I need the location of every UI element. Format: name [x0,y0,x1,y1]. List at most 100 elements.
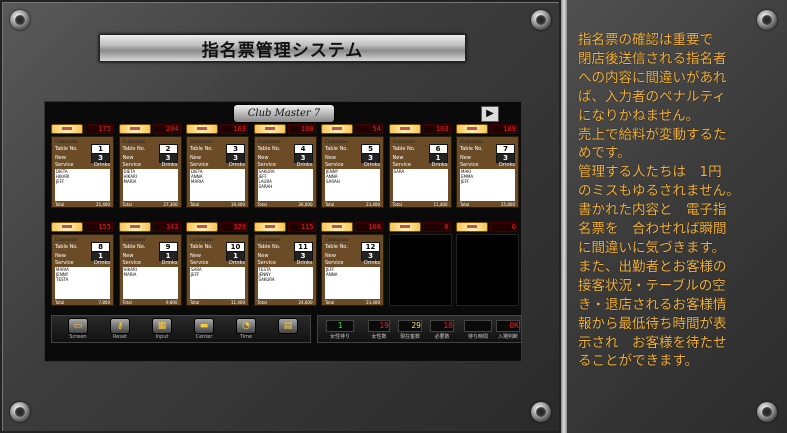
call-lamp-icon[interactable] [51,124,83,134]
table-card[interactable]: Clubmaster Table No. 1 New 3 Service Drinks DIE… [51,136,114,208]
reset-button[interactable]: ⚷ Reset [106,318,134,340]
guest-count-row: New 3 [257,250,313,261]
call-lamp-icon[interactable] [118,222,151,232]
guest-count: 3 [158,152,178,163]
guest-count-row: New 3 [325,250,380,261]
nominee-list: DIETA HIKARI JEFF [55,169,110,201]
card-footer: Total 25,400 [55,202,110,207]
key-icon: ⚷ [110,318,130,334]
card-footer: Total 24,600 [258,300,313,305]
stat-item: 19 女性数 [368,320,390,340]
new-label: New [257,252,269,259]
screw-icon [10,402,30,422]
total-label: Total [122,300,132,305]
guest-count-row: New 3 [258,152,313,163]
call-lamp-icon[interactable] [321,124,353,134]
call-lamp-icon[interactable] [186,222,218,232]
card-footer: Total 26,000 [258,202,313,207]
screw-icon [531,10,551,30]
nominee-list: SARA JEFF [190,267,245,299]
call-lamp-icon[interactable] [456,222,488,232]
document-button[interactable]: ▤ [274,318,302,334]
table-card[interactable]: Clubmaster Table No. 6 New 1 Service Drinks SAR… [388,136,452,208]
table-card[interactable]: Clubmaster Table No. 4 New 3 Service Drinks SAK… [253,136,317,208]
screen-icon: ▭ [68,318,88,334]
page-title: 指名票管理システム [201,40,364,61]
call-lamp-icon[interactable] [253,124,286,134]
elapsed-timer: 103 [422,124,451,134]
guest-count: 3 [91,152,110,163]
nominee-list: JEFF ANNA [325,267,380,299]
nominee-name: TESTA [56,277,69,282]
call-lamp-icon[interactable] [51,222,83,232]
call-lamp-icon[interactable] [321,222,353,232]
table-card[interactable]: Clubmaster Table No. 2 New 3 Service Drinks DIE… [118,136,182,208]
stat-item: 待ち時間 [464,320,492,340]
table-card[interactable]: Clubmaster Table No. 3 New 3 Service Drinks DIE… [186,136,249,208]
empty-table-card[interactable] [456,234,519,306]
slot-header: 109 [456,124,519,134]
table-card[interactable]: Clubmaster Table No. 7 New 3 Service Drinks MAK… [456,136,519,208]
stat-item: 18 必要数 [430,320,454,340]
nominee-list: SAKURA JEFF LAURA SARAH [257,169,313,201]
guest-count-row: New 3 [55,152,110,163]
elapsed-timer: 143 [152,222,181,232]
call-lamp-icon[interactable] [456,124,488,134]
new-label: New [392,154,404,161]
service-label: Service [122,260,141,266]
table-card[interactable]: Clubmaster Table No. 11 New 3 Service Drinks TE… [253,234,317,306]
card-footer: Total 25,800 [460,202,515,207]
guest-count: 1 [158,250,178,261]
new-label: New [55,154,66,161]
drinks-label: Drinks [296,162,313,168]
input-button[interactable]: ▦ Input [148,318,176,340]
call-lamp-icon[interactable] [118,124,151,134]
table-number-label: Table No. [257,145,281,152]
elapsed-timer: 329 [220,222,248,232]
elapsed-timer: 204 [152,124,181,134]
total-amount: 25,800 [501,202,515,207]
call-lamp-icon[interactable] [388,222,421,232]
tool-label: Input [155,334,169,340]
drinks-label: Drinks [161,162,178,168]
table-card[interactable]: Clubmaster Table No. 10 New 1 Service Drinks SA… [186,234,249,306]
service-label: Service [55,162,74,168]
service-row: Service Drinks [258,162,313,168]
center-icon: ▬ [194,318,214,334]
stat-value: 19 [368,320,390,332]
guest-count: 3 [496,152,515,163]
call-lamp-icon[interactable] [186,124,218,134]
drinks-label: Drinks [229,162,245,168]
screen-button[interactable]: ▭ Screen [64,318,92,340]
total-amount: 19,400 [231,202,245,207]
table-card[interactable]: Clubmaster Table No. 8 New 1 Service Drinks MAR… [51,234,114,306]
app-screen: Club Master 7 ▶ 175 Clubmaster Table No. 1 N… [44,101,522,362]
service-label: Service [325,162,344,168]
nominee-list: SARA [392,169,448,201]
nominee-list: DIETA HIKARI MARIA [122,169,178,201]
guest-count-row: New 1 [123,250,178,261]
table-card[interactable]: Clubmaster Table No. 12 New 3 Service Drinks JE… [321,234,384,306]
guest-count: 3 [361,250,380,261]
nominee-list: MAKI EMMA JEFF [460,169,515,201]
call-lamp-icon[interactable] [388,124,421,134]
time-button[interactable]: ◔ Time [232,318,260,340]
empty-table-card[interactable] [388,234,452,306]
slot-header: 115 [253,222,317,232]
nominee-name: JEFF [191,272,200,277]
slot-header: 100 [253,124,317,134]
call-lamp-icon[interactable] [253,222,286,232]
table-card[interactable]: Clubmaster Table No. 5 New 3 Service Drinks JEN… [321,136,384,208]
slot-header: 54 [321,124,384,134]
new-label: New [55,252,66,259]
nominee-list: HIKARI MARIA [122,267,178,299]
card-footer: Total 23,400 [325,202,380,207]
service-row: Service Drinks [325,162,380,168]
center-button[interactable]: ▬ Center [190,318,218,340]
title-plate: 指名票管理システム [99,34,466,62]
play-button[interactable]: ▶ [481,106,499,122]
table-card[interactable]: Clubmaster Table No. 9 New 1 Service Drinks HIK… [118,234,182,306]
service-label: Service [190,162,209,168]
service-label: Service [257,260,276,266]
card-footer: Total 7,800 [55,300,110,305]
